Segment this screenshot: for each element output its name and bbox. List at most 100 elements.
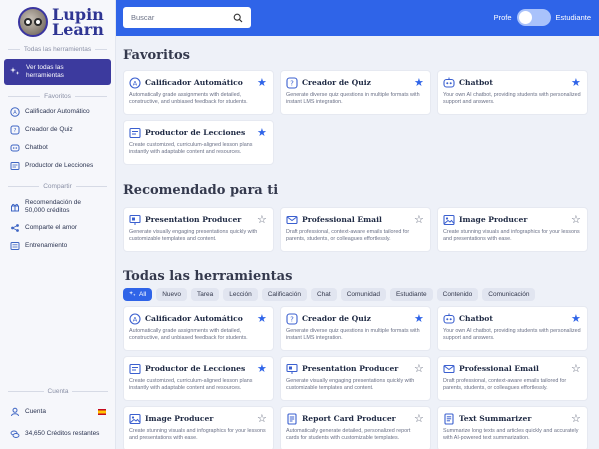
filter-chip-tarea[interactable]: Tarea <box>191 288 220 301</box>
star-outline-icon[interactable]: ☆ <box>414 214 425 225</box>
search-box[interactable] <box>123 7 251 28</box>
star-filled-icon[interactable]: ★ <box>414 77 425 88</box>
tool-card[interactable]: Productor de Lecciones ★ Create customized… <box>123 356 274 401</box>
training-icon <box>10 241 20 251</box>
quiz-icon: ? <box>286 76 298 89</box>
sidebar-item-quiz[interactable]: ? Creador de Quiz <box>0 121 115 139</box>
tool-card-title: Calificador Automático <box>145 78 243 87</box>
star-outline-icon[interactable]: ☆ <box>571 214 582 225</box>
tool-card-description: Create customized, curriculum-aligned le… <box>129 378 253 391</box>
star-filled-icon[interactable]: ★ <box>414 313 425 324</box>
star-filled-icon[interactable]: ★ <box>257 77 268 88</box>
logo-text: Lupin Learn <box>52 7 104 39</box>
tool-card[interactable]: Presentation Producer ☆ Generate visually … <box>280 356 431 401</box>
filter-chip-comunicación[interactable]: Comunicación <box>482 288 536 301</box>
sidebar-item-account[interactable]: Cuenta <box>0 403 116 421</box>
sidebar-item-label: Creador de Quiz <box>25 126 73 133</box>
tool-card-description: Generate visually engaging presentations… <box>286 378 415 391</box>
tool-card-title: Creador de Quiz <box>302 78 371 87</box>
tool-card-title: Presentation Producer <box>302 364 399 373</box>
filter-chip-all[interactable]: All <box>123 288 153 301</box>
tool-card[interactable]: ? Creador de Quiz ★ Generate diverse quiz q… <box>280 306 431 351</box>
spain-flag-icon[interactable] <box>98 409 106 415</box>
filter-chip-comunidad[interactable]: Comunidad <box>340 288 386 301</box>
tool-card-description: Automatically grade assignments with det… <box>129 328 248 341</box>
user-icon <box>10 407 20 417</box>
tool-card-description: Automatically generate detailed, persona… <box>286 428 411 441</box>
tool-card[interactable]: Text Summarizer ☆ Summarize long texts and… <box>437 406 588 449</box>
tool-card[interactable]: Presentation Producer ☆ Generate visually … <box>123 207 274 252</box>
star-filled-icon[interactable]: ★ <box>257 313 268 324</box>
star-outline-icon[interactable]: ☆ <box>571 413 582 424</box>
svg-text:?: ? <box>14 128 17 134</box>
section-all-tools: Todas las herramientas <box>0 46 115 53</box>
tool-card[interactable]: Chatbot ★ Your own AI chatbot, providing s… <box>437 70 588 115</box>
summarizer-icon <box>443 412 455 425</box>
sidebar-item-label: Calificador Automático <box>25 108 90 115</box>
tool-card[interactable]: Image Producer ☆ Create stunning visuals a… <box>437 207 588 252</box>
sidebar-item-share-love[interactable]: Comparte el amor <box>0 219 115 237</box>
owl-logo-icon <box>18 7 48 37</box>
sidebar-item-label: Ver todas las herramientas <box>26 64 64 79</box>
sidebar-item-lessons[interactable]: Productor de Lecciones <box>0 157 115 175</box>
grader-icon: A <box>129 312 141 325</box>
logo-line-2: Learn <box>52 20 104 39</box>
star-outline-icon[interactable]: ☆ <box>414 413 425 424</box>
star-filled-icon[interactable]: ★ <box>571 313 582 324</box>
tool-card-title: Calificador Automático <box>145 314 243 323</box>
search-input[interactable] <box>131 13 227 22</box>
sidebar-item-label: Productor de Lecciones <box>25 162 94 169</box>
star-outline-icon[interactable]: ☆ <box>414 363 425 374</box>
logo[interactable]: Lupin Learn <box>0 0 115 40</box>
tool-card[interactable]: ? Creador de Quiz ★ Generate diverse quiz q… <box>280 70 431 115</box>
filter-chip-estudiante[interactable]: Estudiante <box>389 288 433 301</box>
tool-card-title: Image Producer <box>145 414 214 423</box>
tool-card-description: Generate diverse quiz questions in multi… <box>286 92 420 105</box>
filter-chips: All Nuevo Tarea Lección Calificación Chat Comu… <box>123 288 536 301</box>
role-toggle-switch[interactable] <box>516 9 551 26</box>
share-icon <box>10 223 20 233</box>
search-icon[interactable] <box>233 8 243 27</box>
section-title-favorites: Favoritos <box>123 48 190 63</box>
tool-card-description: Draft professional, context-aware emails… <box>443 378 567 391</box>
tool-card-title: Text Summarizer <box>459 414 532 423</box>
sidebar-item-grader[interactable]: A Calificador Automático <box>0 103 115 121</box>
star-outline-icon[interactable]: ☆ <box>257 413 268 424</box>
tool-card[interactable]: A Calificador Automático ★ Automatically gr… <box>123 306 274 351</box>
presentation-icon <box>129 214 141 226</box>
tool-card-description: Generate visually engaging presentations… <box>129 229 258 242</box>
star-filled-icon[interactable]: ★ <box>571 77 582 88</box>
sidebar-item-credits[interactable]: 34,650 Créditos restantes <box>0 425 116 443</box>
tool-card-description: Your own AI chatbot, providing students … <box>443 92 581 105</box>
top-header: Profe Estudiante <box>116 0 599 36</box>
star-outline-icon[interactable]: ☆ <box>571 363 582 374</box>
filter-chip-nuevo[interactable]: Nuevo <box>156 288 188 301</box>
filter-chip-calificación[interactable]: Calificación <box>261 288 307 301</box>
role-toggle: Profe Estudiante <box>494 9 591 26</box>
sidebar-item-referral[interactable]: Recomendación de 50,000 créditos <box>0 195 115 219</box>
filter-chip-contenido[interactable]: Contenido <box>436 288 479 301</box>
star-filled-icon[interactable]: ★ <box>257 127 268 138</box>
tool-card[interactable]: Professional Email ☆ Draft professional, c… <box>437 356 588 401</box>
section-share: Compartir <box>0 183 115 190</box>
tool-card[interactable]: Productor de Lecciones ★ Create customized… <box>123 120 274 165</box>
tool-card[interactable]: A Calificador Automático ★ Automatically gr… <box>123 70 274 115</box>
tool-card-title: Image Producer <box>459 215 528 224</box>
filter-chip-chat[interactable]: Chat <box>310 288 337 301</box>
sidebar-item-chatbot[interactable]: Chatbot <box>0 139 115 157</box>
star-outline-icon[interactable]: ☆ <box>257 214 268 225</box>
tool-card[interactable]: Chatbot ★ Your own AI chatbot, providing s… <box>437 306 588 351</box>
tool-card-description: Your own AI chatbot, providing students … <box>443 328 581 341</box>
tool-card[interactable]: Report Card Producer ☆ Automatically gener… <box>280 406 431 449</box>
tool-card-title: Productor de Lecciones <box>145 364 246 373</box>
tool-card[interactable]: Image Producer ☆ Create stunning visuals a… <box>123 406 274 449</box>
star-filled-icon[interactable]: ★ <box>257 363 268 374</box>
tool-card[interactable]: Professional Email ☆ Draft professional, c… <box>280 207 431 252</box>
filter-chip-lección[interactable]: Lección <box>223 288 258 301</box>
sidebar-item-all-tools[interactable]: Ver todas las herramientas <box>4 59 111 85</box>
toggle-label-teacher[interactable]: Profe <box>494 13 512 22</box>
sidebar-item-label: Recomendación de 50,000 créditos <box>25 199 82 214</box>
sidebar-item-training[interactable]: Entrenamiento <box>0 237 115 255</box>
toggle-label-student[interactable]: Estudiante <box>556 13 591 22</box>
grader-icon: A <box>10 107 20 117</box>
